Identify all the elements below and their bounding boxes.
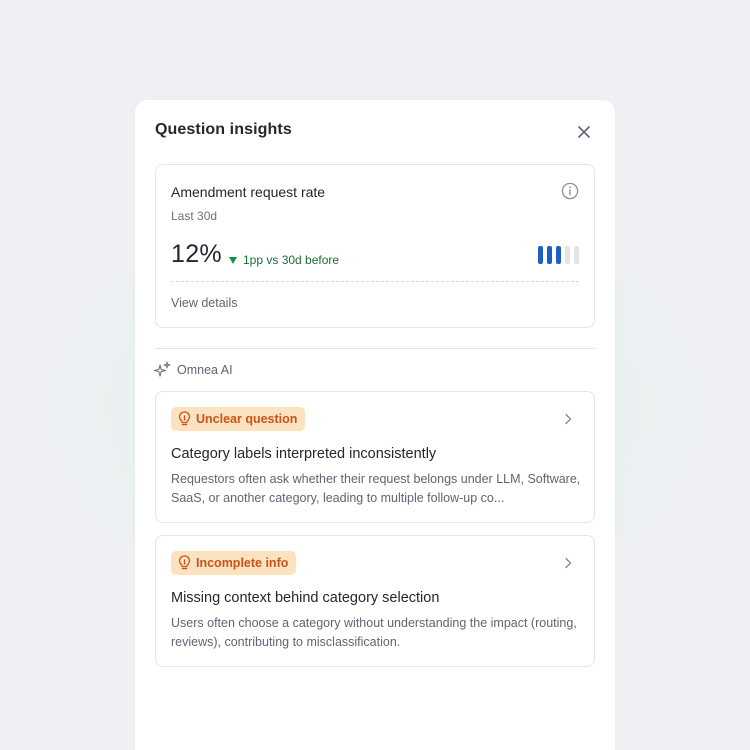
level-bar-filled [547, 246, 552, 264]
chevron-right-icon [565, 557, 572, 569]
metric-delta: 1pp vs 30d before [229, 253, 339, 267]
metric-card: Amendment request rate Last 30d 12% 1pp … [155, 164, 595, 328]
info-icon[interactable] [561, 182, 579, 200]
down-arrow-icon [229, 257, 237, 264]
insight-title: Missing context behind category selectio… [171, 590, 440, 606]
panel-header: Question insights [155, 121, 595, 143]
insight-title: Category labels interpreted inconsistent… [171, 446, 437, 462]
insight-badge-label: Incomplete info [196, 556, 289, 570]
insight-badge-label: Unclear question [196, 412, 298, 426]
level-indicator [538, 246, 579, 264]
ai-label-text: Omnea AI [177, 362, 233, 377]
level-bar-empty [565, 246, 570, 264]
level-bar-empty [574, 246, 579, 264]
close-button[interactable] [573, 121, 595, 143]
lightbulb-icon [178, 411, 191, 426]
metric-delta-text: 1pp vs 30d before [243, 253, 340, 267]
ai-label: Omnea AI [154, 361, 233, 378]
metric-title: Amendment request rate [171, 184, 326, 200]
insight-badge: Incomplete info [171, 551, 297, 575]
metric-value: 12% [171, 240, 222, 268]
level-bar-filled [538, 246, 543, 264]
card-divider [171, 281, 579, 282]
question-insights-panel: Question insights Amendment request rate… [135, 100, 615, 750]
metric-period: Last 30d [171, 209, 218, 223]
lightbulb-icon [178, 555, 191, 570]
section-divider [155, 348, 595, 349]
sparkles-icon [154, 361, 171, 377]
insight-card[interactable]: Unclear question Category labels interpr… [155, 391, 595, 523]
panel-title: Question insights [155, 121, 292, 138]
chevron-right-icon [565, 413, 572, 425]
insight-description: Users often choose a category without un… [171, 616, 577, 649]
view-details-link[interactable]: View details [171, 296, 237, 310]
close-icon [578, 126, 590, 138]
level-bar-filled [556, 246, 561, 264]
insight-description: Requestors often ask whether their reque… [171, 472, 581, 505]
insight-badge: Unclear question [171, 407, 306, 431]
insight-card[interactable]: Incomplete info Missing context behind c… [155, 535, 595, 667]
